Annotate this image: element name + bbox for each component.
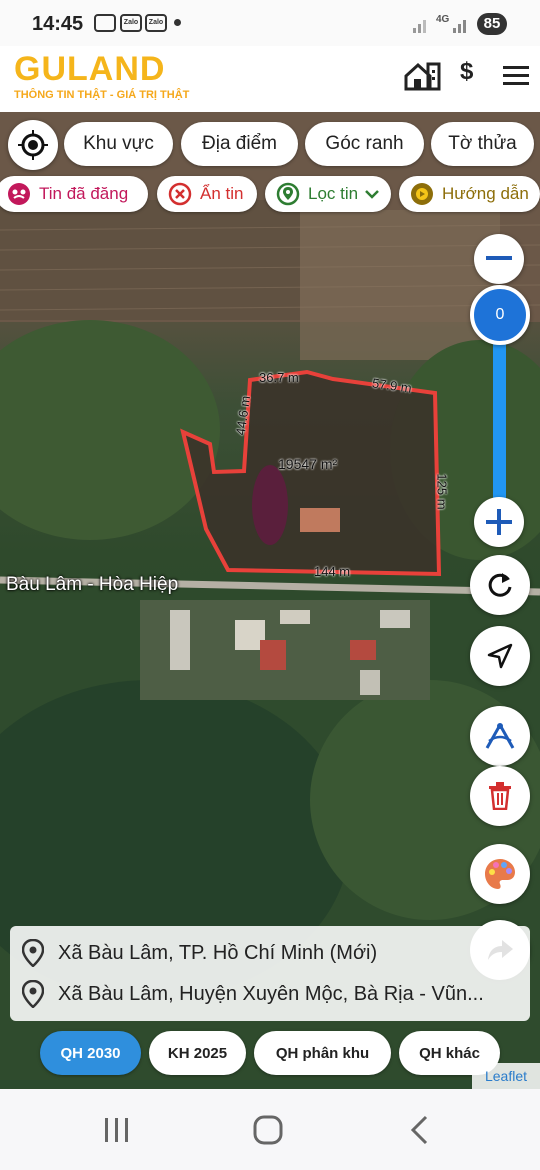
- guide-button[interactable]: Hướng dẫn: [399, 176, 540, 212]
- address-old-text: Xã Bàu Lâm, Huyện Xuyên Mộc, Bà Rịa - Vũ…: [58, 982, 484, 1005]
- filter-location-icon: [276, 182, 300, 206]
- locate-me-button[interactable]: [8, 120, 58, 170]
- plus-icon: [486, 509, 512, 535]
- system-nav-bar: [0, 1089, 540, 1170]
- map-sheet-button[interactable]: Tờ thửa: [431, 122, 534, 166]
- zalo-icon: Zalo: [120, 14, 142, 32]
- location-pin-icon: [22, 980, 44, 1008]
- hide-icon: [168, 182, 192, 206]
- palette-icon: [485, 859, 515, 889]
- status-bar: 14:45 Zalo Zalo 4G 85: [0, 0, 540, 46]
- refresh-icon: [488, 573, 512, 597]
- status-time: 14:45: [32, 13, 84, 35]
- crosshair-icon: [18, 130, 48, 160]
- address-new-text: Xã Bàu Lâm, TP. Hồ Chí Minh (Mới): [58, 941, 378, 964]
- trash-icon: [489, 782, 511, 810]
- edge-length-label: 36.7 m: [259, 370, 299, 385]
- tab-kh-2025[interactable]: KH 2025: [149, 1031, 246, 1075]
- place-filter-button[interactable]: Địa điểm: [181, 122, 298, 166]
- satellite-map[interactable]: Bàu Lâm - Hòa Hiệp 19547 m² 36.7 m 57.9 …: [0, 112, 540, 1089]
- dollar-icon[interactable]: $: [460, 58, 473, 86]
- cell-signal-icon: [453, 20, 466, 33]
- map-style-button[interactable]: [470, 844, 530, 904]
- address-new-row[interactable]: Xã Bàu Lâm, TP. Hồ Chí Minh (Mới): [22, 933, 522, 973]
- edge-length-label: 125 m: [434, 473, 450, 510]
- address-panel: Xã Bàu Lâm, TP. Hồ Chí Minh (Mới) Xã Bàu…: [10, 926, 530, 1021]
- tab-qh-phan-khu[interactable]: QH phân khu: [254, 1031, 391, 1075]
- filter-listings-label: Lọc tin: [308, 184, 359, 203]
- app-slogan: THÔNG TIN THẬT - GIÁ TRỊ THẬT: [14, 89, 190, 101]
- network-type: 4G: [436, 14, 450, 25]
- road-label: Bàu Lâm - Hòa Hiệp: [6, 574, 179, 595]
- wifi-signal-icon: [413, 20, 426, 33]
- hide-listing-label: Ẩn tin: [200, 184, 244, 203]
- zoom-slider-track[interactable]: [493, 340, 506, 500]
- guide-label: Hướng dẫn: [442, 184, 529, 203]
- edge-length-label: 144 m: [314, 564, 351, 579]
- chevron-down-icon: [365, 190, 379, 199]
- tab-qh-2030[interactable]: QH 2030: [40, 1031, 141, 1075]
- delete-button[interactable]: [470, 766, 530, 826]
- guide-icon: [411, 183, 433, 205]
- app-header: GULAND THÔNG TIN THẬT - GIÁ TRỊ THẬT $: [0, 46, 540, 112]
- recent-apps-icon[interactable]: [103, 1117, 131, 1143]
- posted-listings-label: Tin đã đăng: [39, 184, 129, 203]
- minus-icon: [486, 256, 512, 260]
- back-icon[interactable]: [409, 1115, 429, 1145]
- measure-button[interactable]: [470, 706, 530, 766]
- posted-listings-button[interactable]: Tin đã đăng: [0, 176, 148, 212]
- address-old-row[interactable]: Xã Bàu Lâm, Huyện Xuyên Mộc, Bà Rịa - Vũ…: [22, 974, 522, 1014]
- area-filter-button[interactable]: Khu vực: [64, 122, 173, 166]
- location-pin-icon: [22, 939, 44, 967]
- compass-measure-icon: [485, 723, 515, 749]
- zalo-icon: Zalo: [145, 14, 167, 32]
- posted-icon: [8, 183, 30, 205]
- notification-dot-icon: [174, 19, 181, 26]
- corner-boundary-button[interactable]: Góc ranh: [305, 122, 424, 166]
- home-button-icon[interactable]: [253, 1115, 283, 1145]
- zoom-in-button[interactable]: [474, 497, 524, 547]
- navigate-button[interactable]: [470, 626, 530, 686]
- zoom-slider-handle[interactable]: 0: [470, 285, 530, 345]
- app-logo[interactable]: GULAND: [14, 50, 165, 89]
- zoom-out-button[interactable]: [474, 234, 524, 284]
- map-attribution[interactable]: Leaflet: [472, 1063, 540, 1089]
- parcel-area-label: 19547 m²: [278, 456, 338, 472]
- menu-icon[interactable]: [503, 66, 529, 86]
- home-icon[interactable]: [403, 60, 441, 92]
- filter-listings-button[interactable]: Lọc tin: [265, 176, 391, 212]
- battery-indicator: 85: [477, 13, 507, 35]
- screenshot-icon: [94, 14, 116, 32]
- hide-listing-button[interactable]: Ẩn tin: [157, 176, 257, 212]
- navigation-arrow-icon: [487, 643, 513, 669]
- refresh-button[interactable]: [470, 555, 530, 615]
